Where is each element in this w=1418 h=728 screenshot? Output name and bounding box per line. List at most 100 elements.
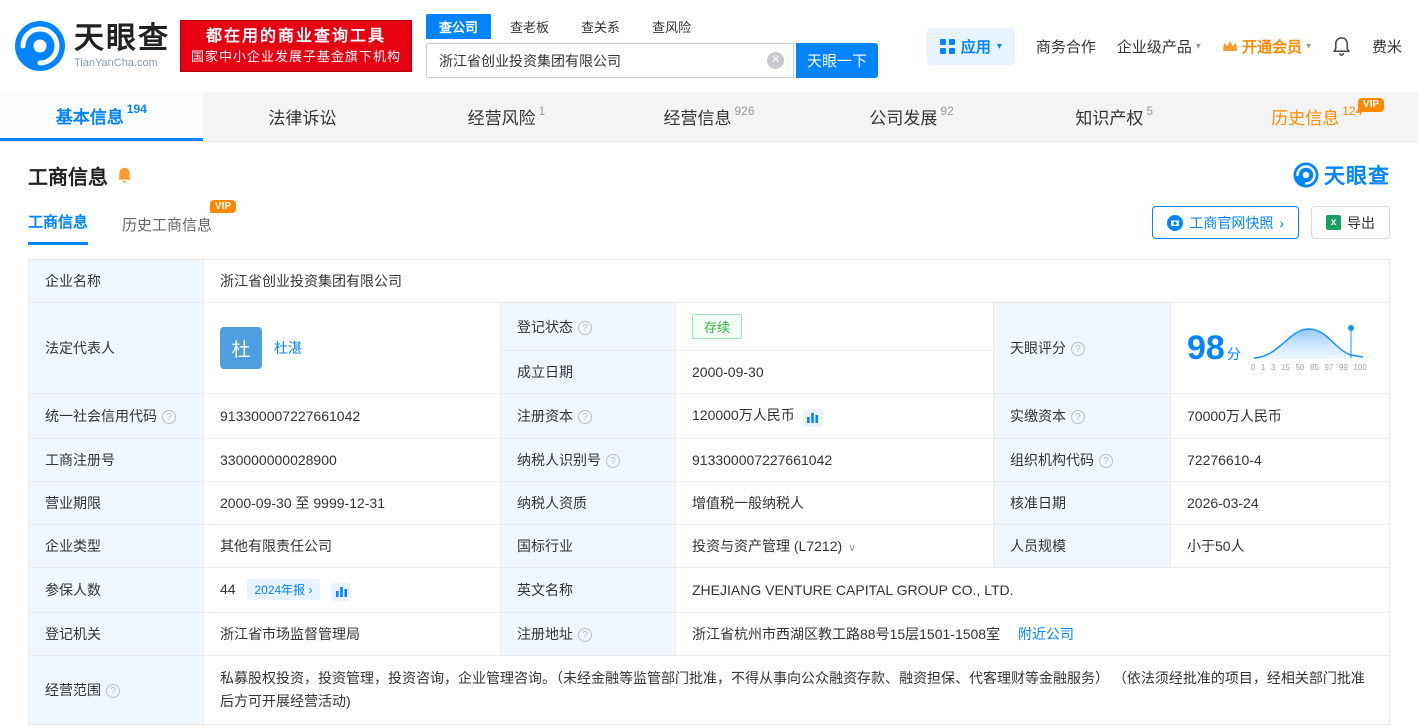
tab-label: 历史信息 [1271,104,1339,129]
enterprise-products-menu[interactable]: 企业级产品 ▾ [1117,36,1201,57]
axis-tick: 3 [1271,363,1275,372]
business-info-table: 企业名称 浙江省创业投资集团有限公司 法定代表人 杜 杜湛 登记状态? 存续 天… [28,259,1390,725]
open-vip-menu[interactable]: 开通会员 ▾ [1222,36,1311,57]
legal-rep-link[interactable]: 杜湛 [274,338,302,358]
export-label: 导出 [1347,213,1375,233]
axis-tick: 97 [1324,363,1333,372]
search-tab-company[interactable]: 查公司 [426,14,491,39]
help-icon[interactable]: ? [1099,454,1113,468]
clear-icon[interactable]: ✕ [767,52,784,69]
chevron-down-icon[interactable]: ∨ [848,542,856,554]
search-button[interactable]: 天眼一下 [796,43,878,78]
search-tab-boss[interactable]: 查老板 [497,14,562,39]
export-button[interactable]: x 导出 [1311,206,1390,239]
tab-history-info[interactable]: 历史信息124 VIP [1215,92,1418,141]
caret-down-icon: ▾ [997,41,1002,52]
value-taxpayer-quality: 增值税一般纳税人 [676,482,994,525]
vip-badge: VIP [1358,98,1384,112]
tab-intellectual-property[interactable]: 知识产权5 [1013,92,1216,141]
label-tianyan-score: 天眼评分? [994,303,1171,394]
value-taxpayer-id: 913300007227661042 [676,439,994,482]
search-tab-risk[interactable]: 查风险 [639,14,704,39]
value-registered-address: 浙江省杭州市西湖区教工路88号15层1501-1508室 附近公司 [676,613,1390,656]
subtab-business-info[interactable]: 工商信息 [28,211,88,245]
help-icon[interactable]: ? [106,684,120,698]
subscribe-bell-icon[interactable] [116,166,133,184]
search-tab-relation[interactable]: 查关系 [568,14,633,39]
label-text: 组织机构代码 [1010,452,1094,468]
tab-company-development[interactable]: 公司发展92 [810,92,1013,141]
table-row: 企业类型 其他有限责任公司 国标行业 投资与资产管理 (L7212)∨ 人员规模… [29,525,1390,568]
official-snapshot-button[interactable]: 工商官网快照 › [1152,206,1299,239]
insured-trend-icon[interactable] [331,583,351,601]
help-icon[interactable]: ? [578,628,592,642]
vip-badge: VIP [210,200,236,213]
label-text: 纳税人识别号 [517,452,601,468]
help-icon[interactable]: ? [578,410,592,424]
axis-tick: 0 [1251,363,1255,372]
tab-count: 194 [127,102,147,116]
label-company-name: 企业名称 [29,260,204,303]
capital-compare-icon[interactable] [803,409,823,427]
search-tabs: 查公司 查老板 查关系 查风险 [426,14,878,39]
label-insured-count: 参保人数 [29,568,204,613]
label-text: 登记状态 [517,319,573,335]
help-icon[interactable]: ? [606,454,620,468]
label-taxpayer-quality: 纳税人资质 [501,482,676,525]
value-business-scope: 私募股权投资，投资管理，投资咨询，企业管理咨询。（未经金融等监管部门批准，不得从… [204,656,1390,725]
score-curve-chart [1251,324,1367,362]
label-text: 注册资本 [517,408,573,424]
snapshot-label: 工商官网快照 [1189,213,1273,233]
value-company-name: 浙江省创业投资集团有限公司 [204,260,1390,303]
help-icon[interactable]: ? [1071,342,1085,356]
slogan-line2: 国家中小企业发展子基金旗下机构 [191,48,401,66]
value-organization-code: 72276610-4 [1171,439,1390,482]
label-text: 天眼评分 [1010,340,1066,356]
label-organization-code: 组织机构代码? [994,439,1171,482]
tab-legal-litigation[interactable]: 法律诉讼 [203,92,406,141]
business-cooperation-link[interactable]: 商务合作 [1036,36,1096,57]
label-text: 经营范围 [45,682,101,698]
tab-label: 基本信息 [56,103,124,128]
label-business-scope: 经营范围? [29,656,204,725]
help-icon[interactable]: ? [162,410,176,424]
table-row: 企业名称 浙江省创业投资集团有限公司 [29,260,1390,303]
tab-label: 法律诉讼 [268,104,336,129]
watermark-logo: 天眼查 [1293,160,1390,190]
caret-down-icon: ▾ [1306,41,1311,52]
subtab-label: 历史工商信息 [122,217,212,234]
help-icon[interactable]: ? [578,321,592,335]
search-box: ✕ [426,43,794,78]
tab-label: 经营风险 [468,104,536,129]
tab-operation-info[interactable]: 经营信息926 [608,92,811,141]
tab-count: 926 [735,104,755,118]
annual-report-badge[interactable]: 2024年报 › [247,579,319,600]
help-icon[interactable]: ? [1071,410,1085,424]
tab-label: 知识产权 [1075,104,1143,129]
value-registration-status: 存续 [676,303,994,351]
slogan-line1: 都在用的商业查询工具 [191,26,401,48]
camera-icon [1167,215,1183,231]
nearby-companies-link[interactable]: 附近公司 [1018,626,1074,642]
tab-label: 公司发展 [869,104,937,129]
value-tianyan-score[interactable]: 98分 [1171,303,1390,394]
label-text: 统一社会信用代码 [45,408,157,424]
tianyancha-logo[interactable]: 天眼查 TianYanCha.com [14,20,170,72]
crown-icon [1222,40,1238,52]
search-input[interactable] [426,43,794,78]
tab-basic-info[interactable]: 基本信息194 [0,92,203,141]
value-insured-count: 44 2024年报 › [204,568,501,613]
user-menu[interactable]: 费米 [1372,36,1402,57]
label-registered-address: 注册地址? [501,613,676,656]
value-industry: 投资与资产管理 (L7212)∨ [676,525,994,568]
legal-rep-avatar[interactable]: 杜 [220,327,262,369]
tab-operation-risk[interactable]: 经营风险1 [405,92,608,141]
label-text: 注册地址 [517,626,573,642]
status-badge: 存续 [692,314,742,339]
label-registration-authority: 登记机关 [29,613,204,656]
table-row: 工商注册号 330000000028900 纳税人识别号? 9133000072… [29,439,1390,482]
notification-bell-icon[interactable] [1332,36,1351,56]
subtab-history-business-info[interactable]: 历史工商信息 VIP [122,214,212,245]
value-registration-authority: 浙江省市场监督管理局 [204,613,501,656]
apps-menu[interactable]: 应用 ▾ [927,28,1015,65]
